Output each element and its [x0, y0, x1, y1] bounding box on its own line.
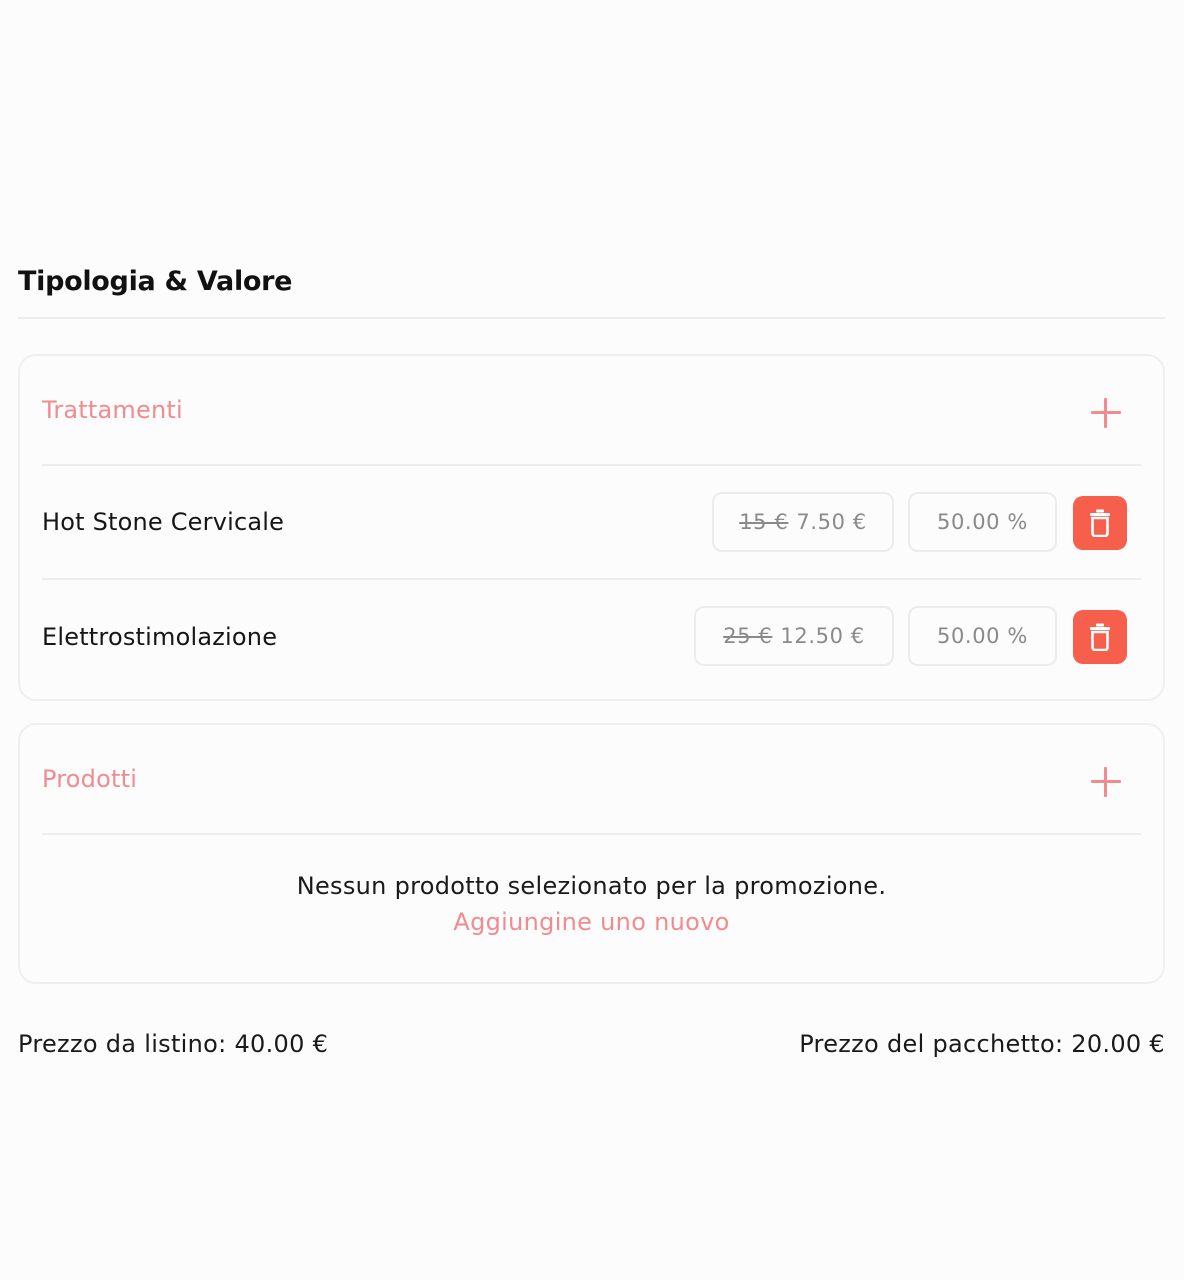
add-new-product-link[interactable]: Aggiungine uno nuovo — [20, 908, 1163, 936]
products-title: Prodotti — [42, 765, 138, 793]
trash-icon — [1090, 509, 1110, 537]
treatment-name: Elettrostimolazione — [42, 623, 278, 651]
products-header: Prodotti — [42, 725, 1141, 835]
treatment-name: Hot Stone Cervicale — [42, 508, 285, 536]
add-product-button[interactable] — [1091, 767, 1121, 797]
treatment-discount-field[interactable]: 50.00 % — [908, 492, 1057, 552]
delete-treatment-button[interactable] — [1073, 496, 1127, 550]
products-card: Prodotti Nessun prodotto selezionato per… — [18, 723, 1165, 984]
treatment-row: Elettrostimolazione 25 € 12.50 € 50.00 % — [42, 580, 1141, 694]
treatment-price-field[interactable]: 25 € 12.50 € — [694, 606, 894, 666]
title-divider — [18, 317, 1165, 319]
treatment-price-field[interactable]: 15 € 7.50 € — [712, 492, 894, 552]
treatment-discount-field[interactable]: 50.00 % — [908, 606, 1057, 666]
package-price: Prezzo del pacchetto: 20.00 € — [799, 1030, 1165, 1058]
treatments-title: Trattamenti — [42, 396, 183, 424]
treatment-old-price: 15 € — [739, 510, 789, 534]
trash-icon — [1090, 623, 1110, 651]
delete-treatment-button[interactable] — [1073, 610, 1127, 664]
treatments-header: Trattamenti — [42, 356, 1141, 466]
section-title: Tipologia & Valore — [18, 266, 293, 297]
treatment-old-price: 25 € — [723, 624, 773, 648]
treatment-price: 12.50 € — [780, 624, 865, 648]
treatment-row: Hot Stone Cervicale 15 € 7.50 € 50.00 % — [42, 466, 1141, 580]
empty-products-message: Nessun prodotto selezionato per la promo… — [296, 872, 887, 900]
add-treatment-button[interactable] — [1091, 398, 1121, 428]
page: Tipologia & Valore Trattamenti Hot Stone… — [0, 0, 1184, 1280]
treatments-card: Trattamenti Hot Stone Cervicale 15 € 7.5… — [18, 354, 1165, 701]
treatment-price: 7.50 € — [796, 510, 867, 534]
list-price: Prezzo da listino: 40.00 € — [18, 1030, 329, 1058]
